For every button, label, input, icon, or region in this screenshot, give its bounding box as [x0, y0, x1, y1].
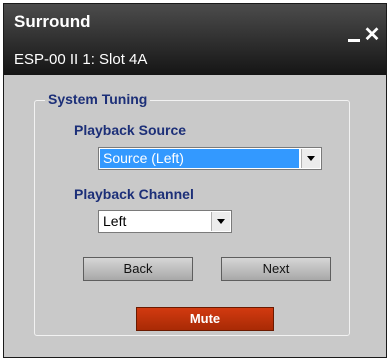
- minimize-button[interactable]: [345, 24, 363, 46]
- group-title: System Tuning: [45, 91, 151, 107]
- playback-channel-select[interactable]: Left: [98, 210, 232, 233]
- back-button[interactable]: Back: [83, 257, 193, 281]
- surround-window: Surround ESP-00 II 1: Slot 4A ✕ System T…: [3, 3, 387, 358]
- chevron-down-icon[interactable]: [211, 212, 230, 231]
- playback-source-select[interactable]: Source (Left): [98, 147, 322, 170]
- chevron-down-icon[interactable]: [301, 149, 320, 168]
- mute-button[interactable]: Mute: [136, 307, 274, 331]
- playback-channel-value: Left: [103, 213, 127, 229]
- playback-channel-label: Playback Channel: [74, 186, 194, 202]
- playback-source-label: Playback Source: [74, 122, 187, 138]
- next-button[interactable]: Next: [221, 257, 331, 281]
- close-button[interactable]: ✕: [363, 24, 381, 46]
- window-title: Surround: [14, 12, 91, 31]
- close-icon: ✕: [363, 24, 381, 46]
- minimize-icon: [348, 39, 360, 42]
- playback-source-value: Source (Left): [100, 149, 299, 168]
- title-bar[interactable]: Surround ESP-00 II 1: Slot 4A ✕: [4, 4, 386, 75]
- window-subtitle: ESP-00 II 1: Slot 4A: [14, 51, 148, 68]
